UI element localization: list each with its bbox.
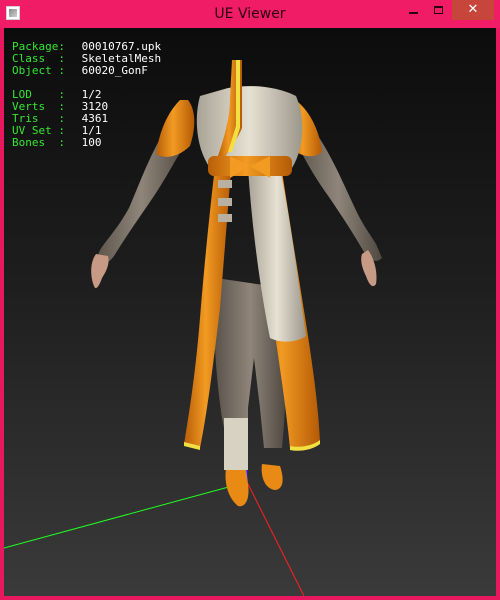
mesh-info-overlay: Package: 00010767.upk Class : SkeletalMe… — [12, 41, 161, 149]
mesh-left-sock — [224, 418, 248, 470]
maximize-button[interactable] — [426, 0, 452, 20]
close-button[interactable]: ✕ — [452, 0, 494, 20]
3d-viewport[interactable]: Package: 00010767.upk Class : SkeletalMe… — [4, 28, 496, 596]
info-label: Object : — [12, 64, 65, 77]
mesh-right-shoe — [261, 464, 283, 490]
mesh-left-sleeve — [156, 100, 195, 157]
info-row-object: Object : 60020_GonF — [12, 65, 161, 77]
info-label: Bones : — [12, 136, 65, 149]
mesh-left-shoe — [225, 468, 249, 507]
info-value: 100 — [81, 136, 102, 149]
title-bar[interactable]: UE Viewer ✕ — [0, 0, 500, 28]
mesh-left-hand — [91, 254, 109, 289]
y-axis-line — [4, 481, 248, 549]
mesh-buckle — [218, 198, 232, 206]
mesh-buckle — [218, 180, 232, 188]
close-icon: ✕ — [467, 2, 479, 17]
maximize-icon — [434, 6, 443, 14]
info-value: 60020_GonF — [81, 64, 148, 77]
app-window: UE Viewer ✕ Package: 00010767.upk Class … — [0, 0, 500, 600]
mesh-buckle — [218, 214, 232, 222]
minimize-icon — [409, 12, 418, 14]
mesh-torso — [196, 86, 303, 168]
minimize-button[interactable] — [400, 0, 426, 20]
x-axis-line — [246, 481, 305, 596]
info-row-bones: Bones : 100 — [12, 137, 161, 149]
